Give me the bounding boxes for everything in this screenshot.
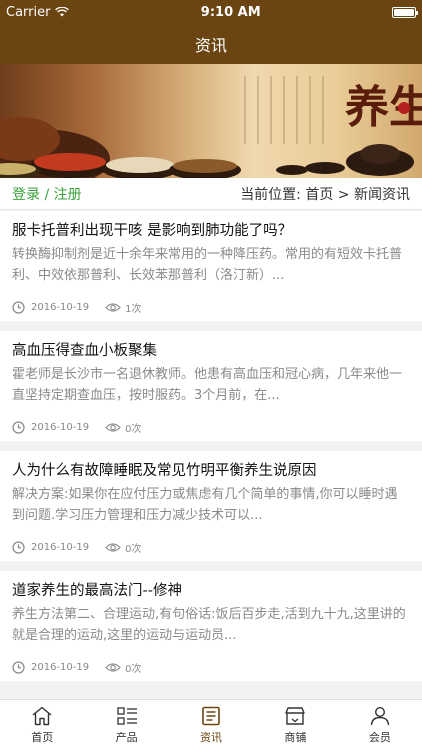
news-icon [202,706,220,725]
article-card[interactable]: 高血压得查血小板聚集 霍老师是长沙市一名退休教师。他患有高血压和冠心病，几年来他… [0,331,422,441]
eye-icon [105,543,121,552]
article-date: 2016-10-19 [31,422,90,433]
article-card[interactable]: 道家养生的最高法门--修神 养生方法第二、合理运动,有句俗话:饭后百步走,活到九… [0,571,422,681]
tab-label: 商铺 [284,730,307,744]
tab-label: 产品 [115,730,138,744]
clock: 9:10 AM [200,4,261,20]
article-meta: 2016-10-19 0次 [12,420,410,435]
article-title: 道家养生的最高法门--修神 [12,583,182,599]
tab-products[interactable]: 产品 [84,700,168,750]
user-icon [370,706,390,725]
page-title: 资讯 [194,36,227,55]
store-icon [285,706,306,725]
tab-home[interactable]: 首页 [0,700,84,750]
tab-bar: 首页 产品 资讯 商铺 会员 [0,699,422,750]
battery-icon [391,6,418,18]
breadcrumb: 当前位置: 首页 > 新闻资讯 [240,186,410,203]
clock-icon [12,421,25,434]
tab-member[interactable]: 会员 [338,700,422,750]
article-title: 高血压得查血小板聚集 [12,343,157,359]
carrier-label: Carrier [6,4,51,20]
article-meta: 2016-10-19 0次 [12,660,410,675]
article-date: 2016-10-19 [31,542,90,553]
article-title: 人为什么有故障睡眠及常见竹明平衡养生说原因 [12,463,317,479]
location-bar: 登录 / 注册 当前位置: 首页 > 新闻资讯 [0,178,422,210]
article-date: 2016-10-19 [31,662,90,673]
eye-icon [105,303,121,312]
article-date: 2016-10-19 [31,302,90,313]
login-register-link[interactable]: 登录 / 注册 [12,184,82,204]
nav-bar: 资讯 [0,24,422,64]
article-views: 1次 [125,304,142,315]
article-summary: 转换酶抑制剂是近十余年来常用的一种降压药。常用的有短效卡托普利、中效依那普利、长… [12,247,403,283]
article-summary: 霍老师是长沙市一名退休教师。他患有高血压和冠心病，几年来他一直坚持定期查血压，按… [12,367,403,403]
article-meta: 2016-10-19 0次 [12,540,410,555]
clock-icon [12,301,25,314]
article-views: 0次 [125,664,142,675]
banner-calligraphy: 养生 [345,82,422,133]
banner-image: 养生 [0,64,422,178]
article-list: 服卡托普利出现干咳 是影响到肺功能了吗？ 转换酶抑制剂是近十余年来常用的一种降压… [0,211,422,699]
article-views: 0次 [125,544,142,555]
article-meta: 2016-10-19 1次 [12,300,410,315]
home-icon [32,706,52,725]
article-card[interactable]: 服卡托普利出现干咳 是影响到肺功能了吗？ 转换酶抑制剂是近十余年来常用的一种降压… [0,211,422,321]
wifi-icon [55,7,70,17]
status-bar: Carrier 9:10 AM [0,0,422,24]
tab-label: 首页 [31,730,54,744]
article-summary: 养生方法第二、合理运动,有句俗话:饭后百步走,活到九十九,这里讲的就是合理的运动… [12,607,406,643]
tab-news[interactable]: 资讯 [169,700,253,750]
tab-label: 会员 [368,730,391,744]
tab-label: 资讯 [200,730,223,744]
list-icon [116,706,137,725]
article-views: 0次 [125,424,142,435]
clock-icon [12,661,25,674]
article-title: 服卡托普利出现干咳 是影响到肺功能了吗？ [12,223,293,239]
article-summary: 解决方案:如果你在应付压力或焦虑有几个简单的事情,你可以睡时遇到问题.学习压力管… [12,487,398,523]
tab-store[interactable]: 商铺 [253,700,337,750]
eye-icon [105,663,121,672]
clock-icon [12,541,25,554]
eye-icon [105,423,121,432]
article-card[interactable]: 人为什么有故障睡眠及常见竹明平衡养生说原因 解决方案:如果你在应付压力或焦虑有几… [0,451,422,561]
